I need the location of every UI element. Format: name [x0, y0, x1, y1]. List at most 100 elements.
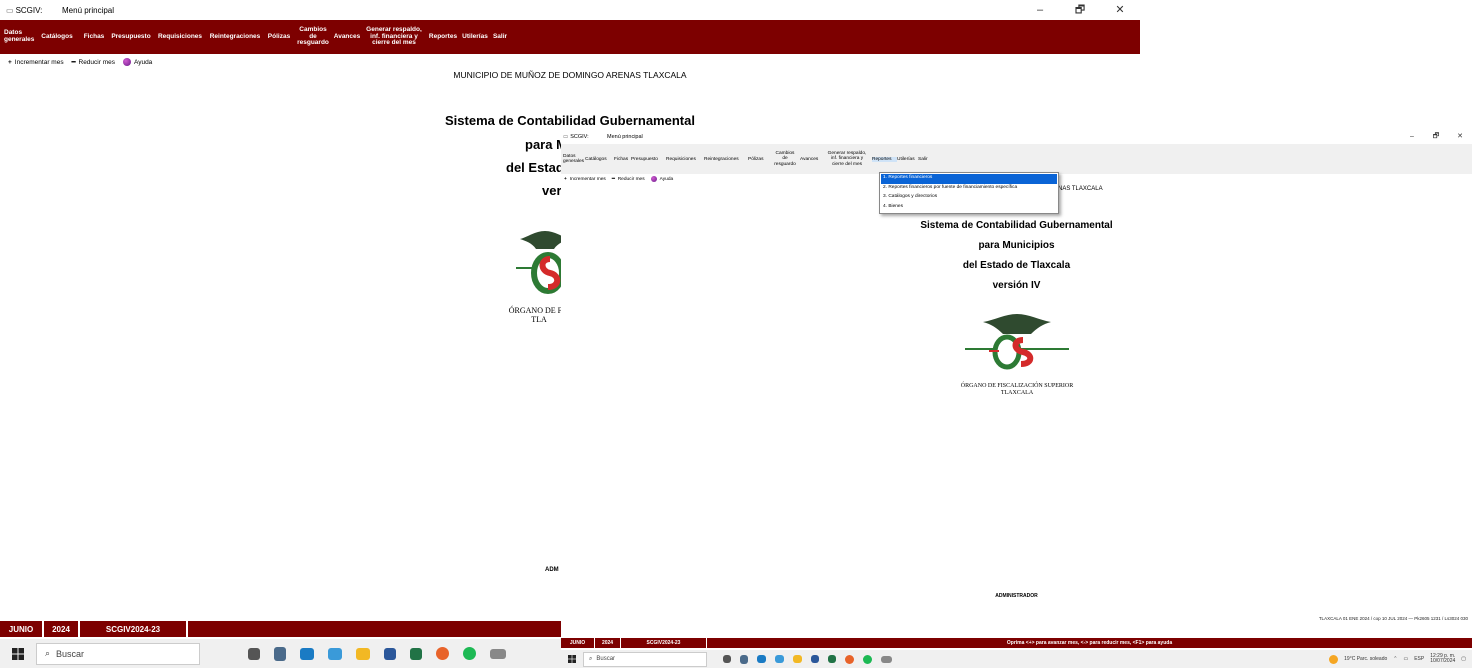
- menu-label: Pólizas: [748, 156, 764, 162]
- app-icon: ▭: [563, 134, 569, 140]
- front-taskbar: ⌕ Buscar 19°C Parc. soleado ⌃ ▭ ESP 12:2…: [561, 650, 1472, 668]
- back-admin: ADM: [545, 567, 559, 573]
- menu-datos-generales[interactable]: Datos generales: [563, 154, 585, 164]
- app-icon: ▭: [6, 5, 14, 15]
- taskbar-search[interactable]: ⌕ Buscar: [36, 642, 200, 665]
- menu-presupuesto[interactable]: Presupuesto: [631, 157, 666, 162]
- dropdown-item-bienes[interactable]: 4. Bienes: [881, 203, 1057, 213]
- notification-icon[interactable]: ▢: [1461, 656, 1466, 662]
- menu-utilerias[interactable]: Utilerías: [897, 157, 918, 162]
- menu-requisiciones[interactable]: Requisiciones: [666, 157, 704, 162]
- front-municipality: NAS TLAXCALA: [1058, 186, 1103, 192]
- excel-icon[interactable]: [410, 647, 422, 660]
- front-logo-caption: ÓRGANO DE FISCALIZACIÓN SUPERIOR TLAXCAL…: [932, 383, 1102, 396]
- menu-fichas[interactable]: Fichas: [614, 157, 631, 162]
- help-button[interactable]: Ayuda: [122, 58, 152, 66]
- menu-presupuesto[interactable]: Presupuesto: [108, 33, 154, 41]
- calculator-icon[interactable]: [740, 654, 748, 664]
- chevron-up-icon[interactable]: ⌃: [1393, 656, 1397, 662]
- plus-icon: +: [564, 176, 567, 182]
- excel-icon[interactable]: [828, 655, 836, 663]
- help-button[interactable]: Ayuda: [650, 176, 673, 182]
- menu-label: Utilerías: [462, 32, 488, 40]
- increment-label: Incrementar mes: [569, 176, 606, 182]
- task-view-icon[interactable]: [248, 647, 260, 660]
- reduce-month-button[interactable]: ━ Reducir mes: [71, 58, 115, 67]
- calculator-icon[interactable]: [274, 646, 286, 661]
- help-icon: [122, 58, 131, 66]
- maximize-icon[interactable]: 🗗: [1424, 130, 1448, 144]
- scgiv-app-icon[interactable]: [490, 648, 506, 659]
- menu-reportes[interactable]: Reportes: [426, 32, 460, 41]
- menu-cambios-resguardo[interactable]: Cambios de resguardo: [294, 26, 332, 47]
- network-icon[interactable]: ▭: [1403, 656, 1408, 662]
- menu-generar-respaldo[interactable]: Generar respaldo, inf. financiera y cier…: [362, 26, 426, 47]
- language-indicator[interactable]: ESP: [1414, 656, 1424, 662]
- minimize-icon[interactable]: –: [1020, 0, 1060, 20]
- menu-reintegraciones[interactable]: Reintegraciones: [206, 32, 264, 41]
- taskbar-search[interactable]: ⌕ Buscar: [583, 651, 707, 667]
- mail-icon[interactable]: [328, 647, 342, 660]
- menu-salir[interactable]: Salir: [490, 33, 510, 41]
- file-explorer-icon[interactable]: [793, 655, 802, 663]
- back-toolbar: + Incrementar mes ━ Reducir mes Ayuda: [0, 56, 1140, 68]
- menu-cambios-resguardo[interactable]: Cambios de resguardo: [770, 151, 800, 166]
- menu-generar-respaldo[interactable]: Generar respaldo, inf. financiera y cier…: [822, 151, 872, 166]
- front-logo-caption-2: TLAXCALA: [1000, 389, 1034, 396]
- store-icon[interactable]: [757, 655, 766, 663]
- task-view-icon[interactable]: [723, 655, 731, 663]
- menu-catalogos[interactable]: Catálogos: [585, 157, 614, 162]
- word-icon[interactable]: [384, 647, 396, 660]
- menu-label: Salir: [918, 156, 928, 162]
- minus-icon: ━: [611, 176, 615, 182]
- menu-label: Generar respaldo, inf. financiera y cier…: [827, 151, 867, 167]
- dropdown-item-reportes-financieros[interactable]: 1. Reportes financieros: [881, 174, 1057, 184]
- dropdown-item-reportes-fuente[interactable]: 2. Reportes financieros por fuente de fi…: [881, 184, 1057, 194]
- menu-label: Reintegraciones: [704, 156, 739, 162]
- clock-date: 10/07/2024: [1430, 658, 1456, 664]
- front-window: ▭ SCGIV: Menú principal – 🗗 ✕ Datos gene…: [561, 130, 1472, 668]
- menu-datos-generales[interactable]: Datos generales: [4, 29, 35, 44]
- menu-avances[interactable]: Avances: [800, 157, 822, 162]
- menu-polizas[interactable]: Pólizas: [264, 33, 294, 41]
- menu-label: Requisiciones: [666, 156, 696, 162]
- increment-month-button[interactable]: + Incrementar mes: [8, 59, 64, 66]
- menu-polizas[interactable]: Pólizas: [748, 157, 770, 162]
- weather-text[interactable]: 19°C Parc. soleado: [1344, 656, 1387, 662]
- start-button[interactable]: [0, 639, 36, 668]
- firefox-icon[interactable]: [845, 654, 854, 664]
- scgiv-app-icon[interactable]: [881, 655, 892, 663]
- menu-label: Reintegraciones: [209, 32, 261, 40]
- spotify-icon[interactable]: [463, 647, 476, 660]
- close-icon[interactable]: ✕: [1100, 0, 1140, 20]
- firefox-icon[interactable]: [436, 647, 449, 660]
- menu-salir[interactable]: Salir: [918, 157, 932, 162]
- start-button[interactable]: [561, 650, 583, 668]
- menu-requisiciones[interactable]: Requisiciones: [154, 33, 206, 41]
- menu-reportes[interactable]: Reportes: [872, 156, 897, 162]
- menu-avances[interactable]: Avances: [332, 33, 362, 41]
- word-icon[interactable]: [811, 655, 819, 663]
- menu-utilerias[interactable]: Utilerías: [460, 32, 490, 41]
- maximize-icon[interactable]: 🗗: [1060, 0, 1100, 20]
- minus-icon: ━: [71, 59, 76, 66]
- spotify-icon[interactable]: [863, 654, 872, 664]
- front-titlebar: ▭ SCGIV: Menú principal – 🗗 ✕: [561, 130, 1472, 144]
- file-explorer-icon[interactable]: [356, 647, 370, 660]
- menu-catalogos[interactable]: Catálogos: [34, 33, 80, 41]
- dropdown-item-catalogos[interactable]: 3. Catálogos y directorios: [881, 193, 1057, 203]
- status-db: SCGIV2024-23: [621, 638, 707, 648]
- mail-icon[interactable]: [775, 655, 784, 663]
- menu-fichas[interactable]: Fichas: [80, 33, 108, 41]
- close-icon[interactable]: ✕: [1448, 130, 1472, 144]
- clock[interactable]: 12:29 p. m. 10/07/2024: [1430, 653, 1456, 665]
- menu-reintegraciones[interactable]: Reintegraciones: [704, 157, 748, 162]
- minimize-icon[interactable]: –: [1400, 130, 1424, 144]
- store-icon[interactable]: [300, 647, 314, 660]
- menu-label: Datos generales: [4, 29, 35, 43]
- reduce-month-button[interactable]: ━ Reducir mes: [612, 177, 645, 182]
- front-title: Menú principal: [607, 134, 643, 140]
- windows-icon: [12, 647, 24, 660]
- menu-label: Reportes: [428, 32, 458, 40]
- increment-month-button[interactable]: + Incrementar mes: [564, 177, 606, 182]
